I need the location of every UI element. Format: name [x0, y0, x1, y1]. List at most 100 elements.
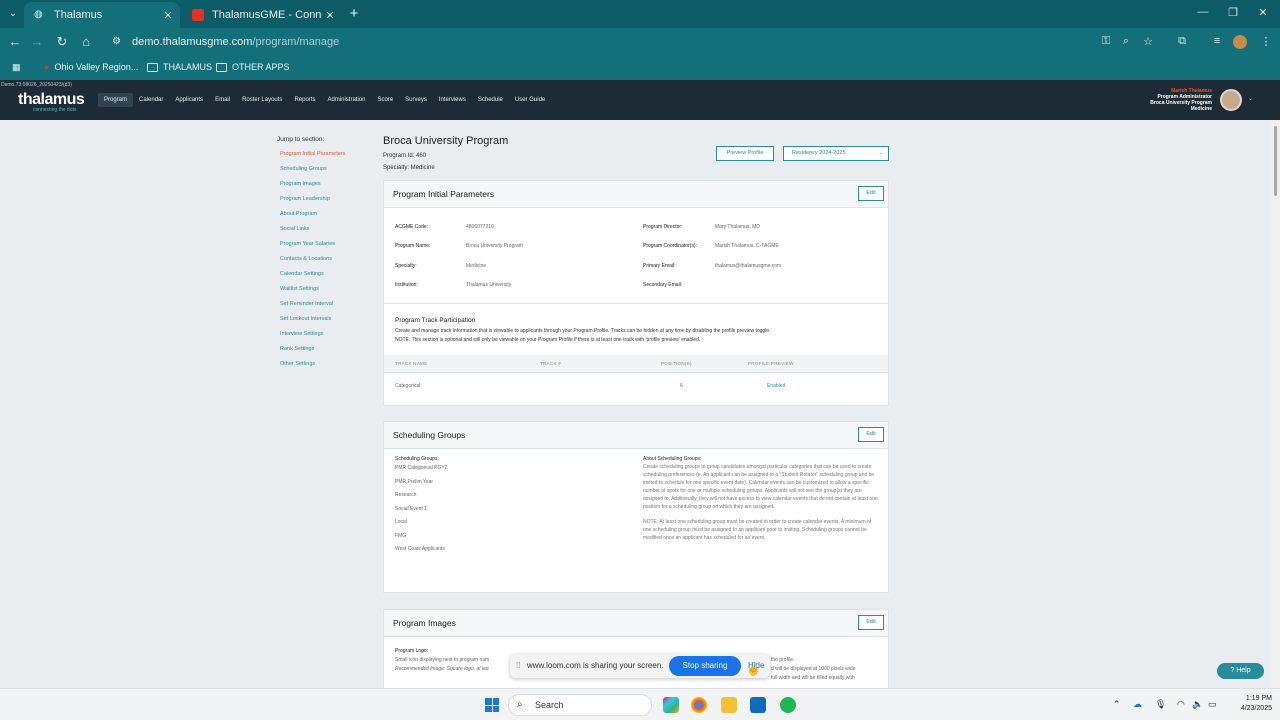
- restore-icon[interactable]: ❐: [1218, 6, 1248, 19]
- jump-link-about-program[interactable]: About Program: [277, 211, 345, 226]
- nav-interviews[interactable]: Interviews: [433, 93, 472, 107]
- chrome-icon[interactable]: [691, 697, 707, 713]
- forward-icon[interactable]: →: [28, 34, 46, 49]
- jump-link-rank-settings[interactable]: Rank Settings: [277, 346, 345, 361]
- card-header: Scheduling Groups Edit: [384, 422, 888, 449]
- close-tab-icon[interactable]: ✕: [160, 9, 176, 22]
- tab-thalamus[interactable]: ◍ Thalamus ✕: [24, 2, 180, 28]
- extensions-icon[interactable]: ⧉: [1174, 35, 1190, 48]
- volume-icon[interactable]: 🔈: [1192, 699, 1203, 710]
- nav-administration[interactable]: Administration: [321, 93, 371, 107]
- jump-link-calendar-settings[interactable]: Calendar Settings: [277, 271, 345, 286]
- nav-user-guide[interactable]: User Guide: [509, 93, 551, 107]
- tab-search-icon[interactable]: ⌄: [4, 6, 22, 22]
- menu-kebab-icon[interactable]: ⋮: [1258, 35, 1274, 48]
- edit-scheduling-groups-button[interactable]: Edit: [858, 427, 884, 442]
- jump-link-program-year-salaries[interactable]: Program Year Salaries: [277, 241, 345, 256]
- bookmarks-bar: ▦ ● Ohio Valley Region... THALAMUS OTHER…: [0, 56, 1280, 80]
- spotify-icon[interactable]: [780, 697, 796, 713]
- slack-icon[interactable]: [663, 697, 679, 713]
- field-label: Program Director:: [643, 224, 683, 230]
- column-positions: POSITION(S): [661, 361, 692, 366]
- new-tab-icon[interactable]: +: [346, 5, 362, 22]
- profile-icon[interactable]: [1233, 35, 1247, 49]
- url-field[interactable]: ⚙ demo.thalamusgme.com/program/manage: [104, 31, 1094, 53]
- help-label: Help: [1236, 667, 1251, 674]
- chevron-down-icon[interactable]: ⌄: [1248, 95, 1253, 102]
- jump-link-social-links[interactable]: Social Links: [277, 226, 345, 241]
- scrollbar-thumb[interactable]: [1274, 126, 1277, 196]
- scheduling-groups-heading: Scheduling Groups:: [395, 456, 439, 462]
- bookmark-other-apps[interactable]: OTHER APPS: [216, 62, 290, 72]
- page-scrollbar[interactable]: [1271, 120, 1280, 688]
- stop-sharing-button[interactable]: Stop sharing: [669, 656, 741, 676]
- edit-program-images-button[interactable]: Edit: [858, 615, 884, 630]
- password-icon[interactable]: ⚿: [1098, 35, 1114, 48]
- windows-start-icon[interactable]: [485, 698, 499, 712]
- tray-chevron-icon[interactable]: ⌃: [1113, 699, 1121, 710]
- back-icon[interactable]: ←: [6, 34, 24, 49]
- browser-tab-bar: ⌄ ◍ Thalamus ✕ ThalamusGME - Connecting …: [0, 0, 1280, 28]
- nav-score[interactable]: Score: [371, 93, 399, 107]
- battery-icon[interactable]: ▭: [1208, 699, 1217, 710]
- site-info-icon[interactable]: ⚙: [112, 36, 124, 48]
- file-explorer-icon[interactable]: [721, 697, 737, 713]
- card-title: Program Images: [393, 618, 456, 628]
- edit-initial-parameters-button[interactable]: Edit: [858, 186, 884, 201]
- user-info[interactable]: Marish Thalamus Program Administrator Br…: [1150, 88, 1212, 112]
- media-icon[interactable]: ≡: [1209, 35, 1225, 47]
- onedrive-icon[interactable]: ☁: [1133, 699, 1142, 710]
- taskbar-search[interactable]: ⌕ Search: [508, 694, 652, 716]
- close-window-icon[interactable]: ✕: [1248, 6, 1278, 19]
- nav-roster-layouts[interactable]: Roster Layouts: [236, 93, 288, 107]
- jump-link-scheduling-groups[interactable]: Scheduling Groups: [277, 166, 345, 181]
- preview-profile-button[interactable]: Preview Profile: [716, 146, 774, 161]
- wifi-icon[interactable]: ◠: [1177, 699, 1185, 710]
- profile-preview-cell[interactable]: Enabled: [767, 383, 785, 389]
- jump-link-program-images[interactable]: Program Images: [277, 181, 345, 196]
- nav-reports[interactable]: Reports: [288, 93, 321, 107]
- jump-link-program-initial-parameters[interactable]: Program Initial Parameters: [277, 151, 345, 166]
- user-specialty: Medicine: [1190, 106, 1212, 112]
- nav-surveys[interactable]: Surveys: [399, 93, 433, 107]
- jump-link-other-settings[interactable]: Other Settings: [277, 361, 345, 376]
- bookmark-star-icon[interactable]: ☆: [1140, 35, 1156, 48]
- nav-program[interactable]: Program: [98, 93, 134, 107]
- microphone-icon[interactable]: 🎙: [1155, 699, 1166, 710]
- list-item: Local: [395, 519, 407, 525]
- outlook-icon[interactable]: [750, 697, 766, 713]
- nav-schedule[interactable]: Schedule: [472, 93, 509, 107]
- zoom-icon[interactable]: ⌕: [1118, 35, 1134, 48]
- jump-link-reminder-interval[interactable]: Set Reminder Interval: [277, 301, 345, 316]
- track-table-header: TRACK NAME TRACK # POSITION(S) PROFILE P…: [384, 355, 888, 372]
- minimize-icon[interactable]: —: [1188, 6, 1218, 18]
- field-value: Marish Thalamus, C-TAGME: [715, 243, 779, 249]
- apps-grid-icon[interactable]: ▦: [12, 62, 21, 73]
- reload-icon[interactable]: ↻: [53, 34, 71, 50]
- avatar[interactable]: [1220, 89, 1242, 111]
- jump-link-interview-settings[interactable]: Interview Settings: [277, 331, 345, 346]
- clock-date: 4/23/2025: [1240, 705, 1272, 712]
- jump-link-lockout-intervals[interactable]: Set Lockout Intervals: [277, 316, 345, 331]
- tab-thalamusgme[interactable]: ThalamusGME - Connecting the ✕: [182, 2, 342, 28]
- jump-link-contacts-locations[interactable]: Contacts & Locations: [277, 256, 345, 271]
- drag-handle-icon[interactable]: ⁞⁞: [516, 661, 520, 670]
- jump-link-program-leadership[interactable]: Program Leadership: [277, 196, 345, 211]
- field-label: ACGME Code:: [395, 224, 429, 230]
- nav-calendar[interactable]: Calendar: [133, 93, 169, 107]
- nav-email[interactable]: Email: [209, 93, 236, 107]
- jump-link-waitlist-settings[interactable]: Waitlist Settings: [277, 286, 345, 301]
- about-paragraph: Create scheduling groups to group candid…: [643, 464, 878, 510]
- close-tab-icon[interactable]: ✕: [322, 9, 338, 22]
- taskbar-clock[interactable]: 1:19 PM 4/23/2025: [1228, 694, 1272, 714]
- bookmark-ohio-valley[interactable]: ● Ohio Valley Region...: [44, 62, 138, 72]
- url-path: /program/manage: [252, 36, 340, 48]
- list-item: West Coast Applicants: [395, 546, 445, 552]
- nav-applicants[interactable]: Applicants: [169, 93, 209, 107]
- bookmark-thalamus[interactable]: THALAMUS: [147, 62, 212, 72]
- help-button[interactable]: ? Help: [1217, 663, 1264, 679]
- home-icon[interactable]: ⌂: [77, 34, 95, 49]
- positions-cell: 6: [680, 383, 683, 389]
- cycle-select[interactable]: Residency 2024-2025 ⌄: [783, 146, 889, 161]
- program-logo-description: Small icon displaying next to program na…: [395, 657, 490, 663]
